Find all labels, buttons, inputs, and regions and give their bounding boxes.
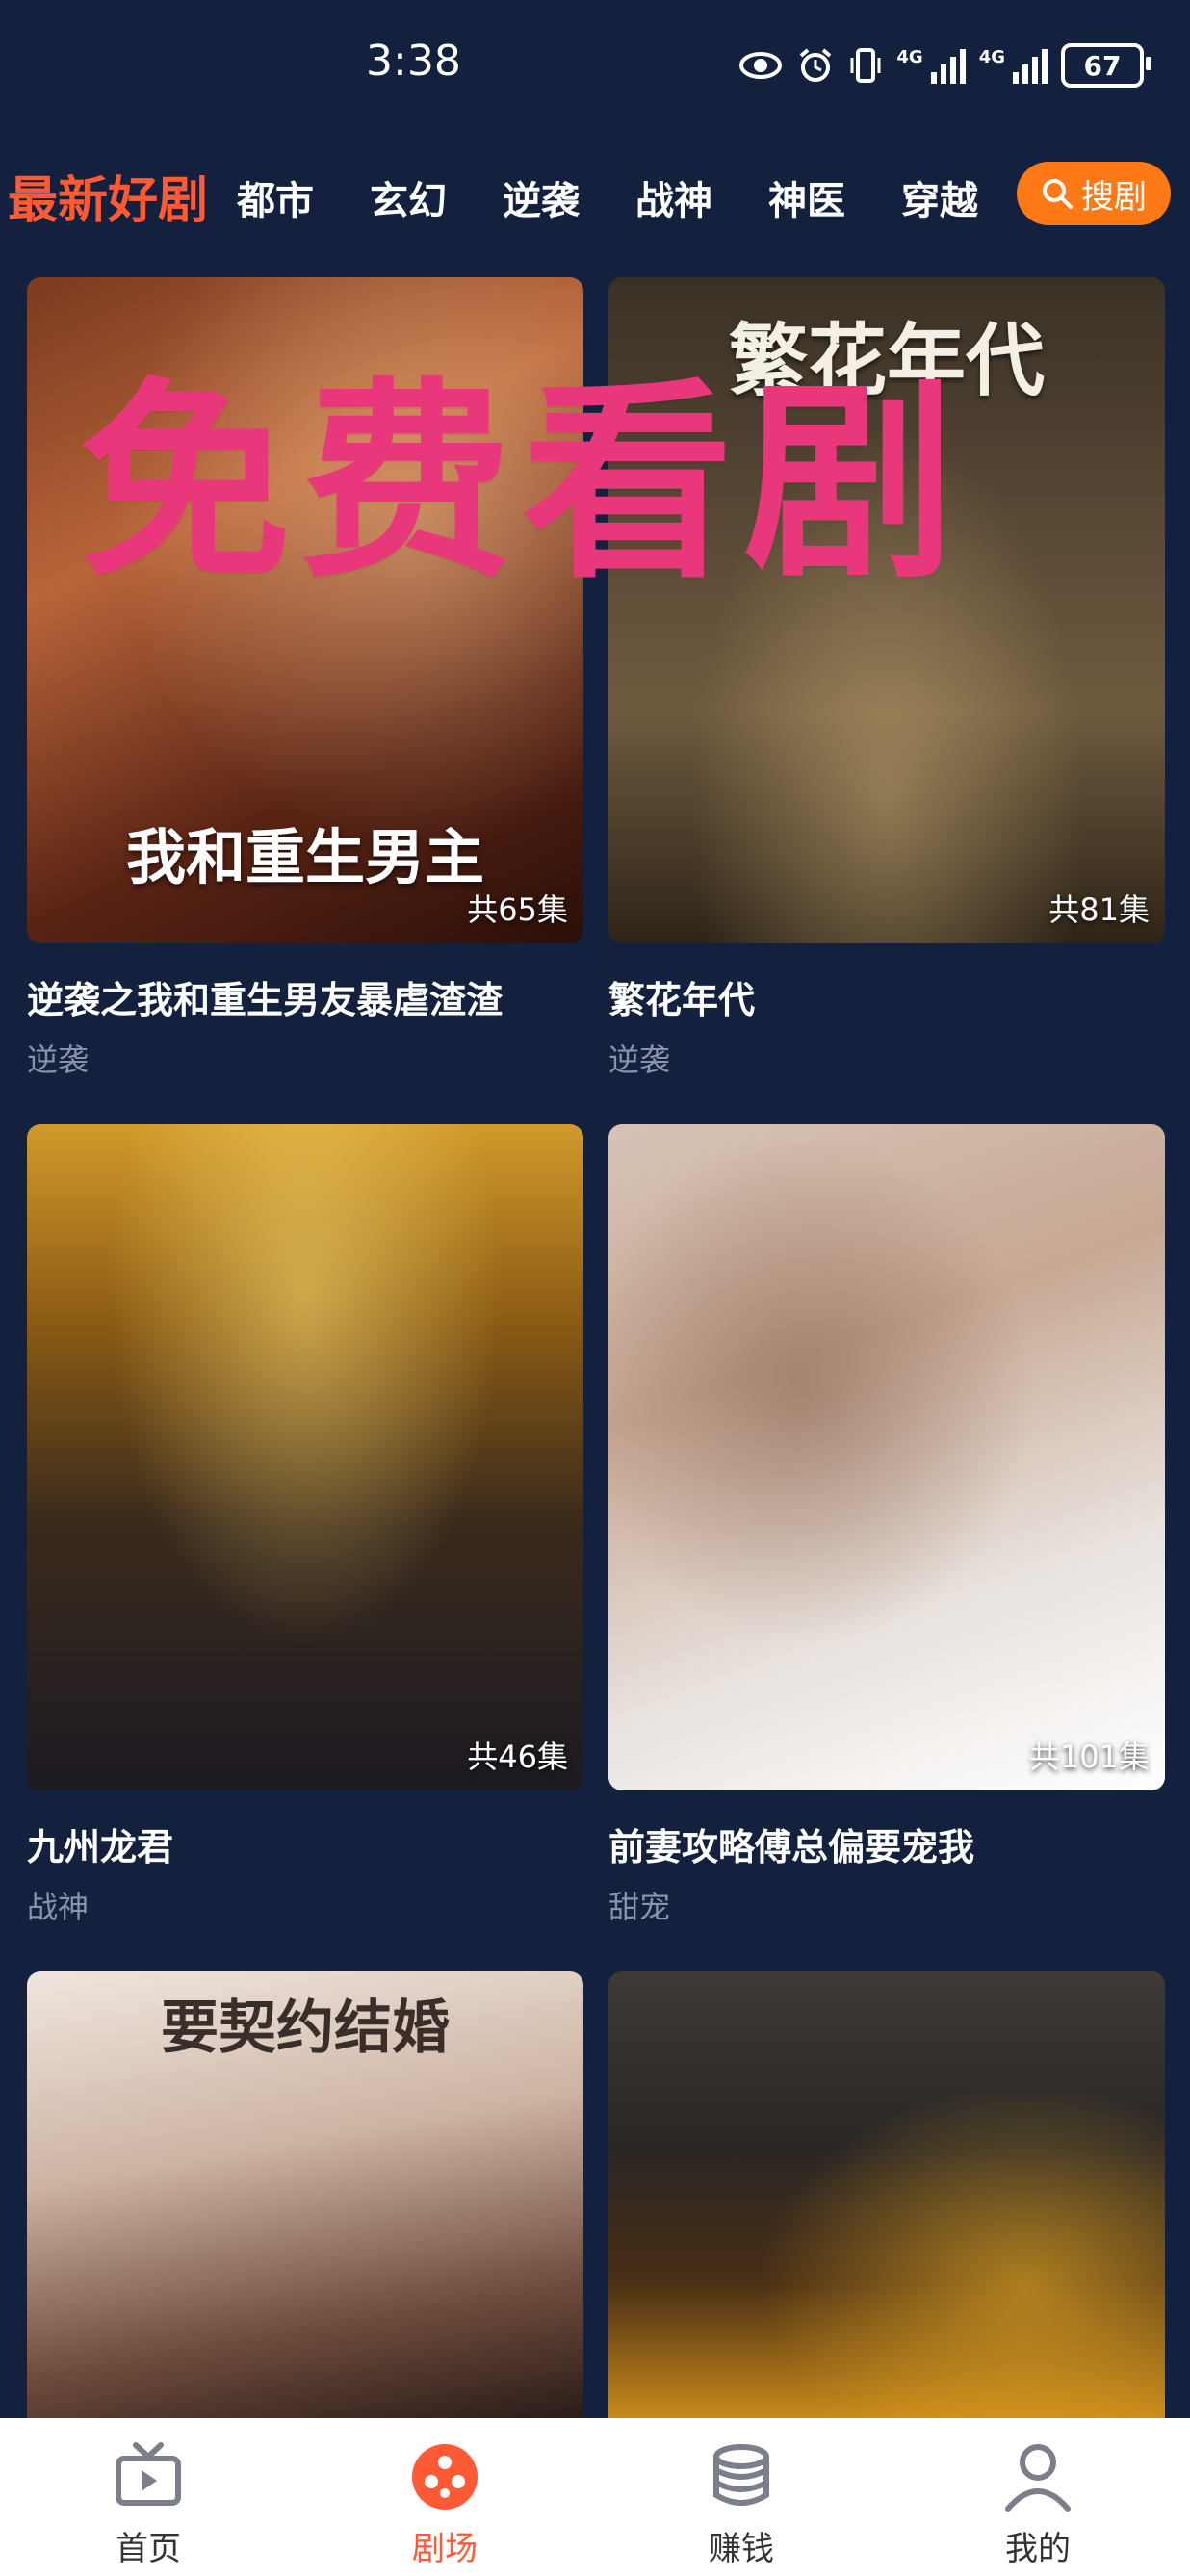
drama-card[interactable]: 共101集 前妻攻略傅总偏要宠我 甜宠 — [608, 1124, 1165, 1925]
nav-theater[interactable]: 剧场 — [349, 2418, 541, 2576]
profile-icon — [1005, 2444, 1071, 2512]
category-tabs: 最新好剧 都市 玄幻 逆袭 战神 神医 穿越 搜剧 — [0, 156, 1190, 233]
search-label: 搜剧 — [1081, 177, 1147, 217]
tab-time-travel[interactable]: 穿越 — [901, 169, 978, 225]
tab-city[interactable]: 都市 — [237, 169, 314, 225]
status-time: 3:38 — [366, 37, 461, 86]
drama-poster[interactable]: 我和重生男主 共65集 — [27, 277, 583, 943]
nav-label: 首页 — [116, 2530, 181, 2568]
bottom-nav: 首页 剧场 赚钱 我的 — [0, 2418, 1190, 2576]
search-button[interactable]: 搜剧 — [1017, 162, 1171, 225]
status-bar: 3:38 4G 4G 67 — [0, 0, 1190, 125]
drama-card[interactable] — [608, 1971, 1165, 2418]
coins-icon — [713, 2444, 769, 2506]
alarm-icon — [800, 48, 832, 82]
search-icon — [1043, 179, 1073, 209]
battery-indicator: 67 — [1061, 43, 1151, 88]
drama-poster[interactable]: 共46集 — [27, 1124, 583, 1790]
signal-strength-1: 4G — [896, 47, 966, 84]
drama-genre: 战神 — [27, 1889, 90, 1925]
nav-home[interactable]: 首页 — [52, 2418, 245, 2576]
drama-poster[interactable]: 共101集 — [608, 1124, 1165, 1790]
drama-poster[interactable]: 繁花年代 共81集 — [608, 277, 1165, 943]
episode-count: 共46集 — [467, 1739, 568, 1775]
episode-count: 共65集 — [467, 891, 568, 928]
drama-card[interactable]: 要契约结婚 — [27, 1971, 583, 2418]
status-icons: 4G 4G 67 — [738, 39, 1151, 92]
episode-count: 共101集 — [1028, 1739, 1150, 1775]
drama-genre: 甜宠 — [608, 1889, 671, 1925]
nav-label: 我的 — [1005, 2530, 1071, 2568]
tab-war-god[interactable]: 战神 — [635, 169, 712, 225]
drama-poster[interactable] — [608, 1971, 1165, 2418]
episode-count: 共81集 — [1048, 891, 1150, 928]
nav-earn[interactable]: 赚钱 — [645, 2418, 838, 2576]
theater-icon — [412, 2444, 478, 2510]
poster-text: 我和重生男主 — [125, 822, 484, 892]
tab-miracle-doctor[interactable]: 神医 — [768, 169, 845, 225]
drama-poster[interactable]: 要契约结婚 — [27, 1971, 583, 2418]
signal-strength-2: 4G — [979, 47, 1048, 84]
vibrate-icon — [850, 48, 881, 83]
nav-label: 赚钱 — [709, 2530, 774, 2568]
drama-title[interactable]: 逆袭之我和重生男友暴虐渣渣 — [27, 970, 595, 1023]
drama-title[interactable]: 繁花年代 — [608, 970, 1177, 1023]
drama-genre: 逆袭 — [27, 1042, 90, 1078]
drama-title[interactable]: 前妻攻略傅总偏要宠我 — [608, 1817, 1177, 1870]
drama-card[interactable]: 我和重生男主 共65集 逆袭之我和重生男友暴虐渣渣 逆袭 — [27, 277, 583, 1078]
tab-fantasy[interactable]: 玄幻 — [370, 169, 447, 225]
drama-card[interactable]: 繁花年代 共81集 繁花年代 逆袭 — [608, 277, 1165, 1078]
tab-comeback[interactable]: 逆袭 — [503, 169, 580, 225]
tv-icon — [116, 2442, 181, 2506]
poster-text: 要契约结婚 — [161, 1995, 450, 2062]
drama-genre: 逆袭 — [608, 1042, 671, 1078]
eye-icon — [739, 52, 783, 79]
poster-text: 繁花年代 — [728, 316, 1045, 407]
drama-card[interactable]: 共46集 九州龙君 战神 — [27, 1124, 583, 1925]
nav-profile[interactable]: 我的 — [942, 2418, 1134, 2576]
nav-label: 剧场 — [412, 2530, 478, 2568]
tab-latest[interactable]: 最新好剧 — [8, 160, 208, 232]
drama-title[interactable]: 九州龙君 — [27, 1817, 595, 1870]
